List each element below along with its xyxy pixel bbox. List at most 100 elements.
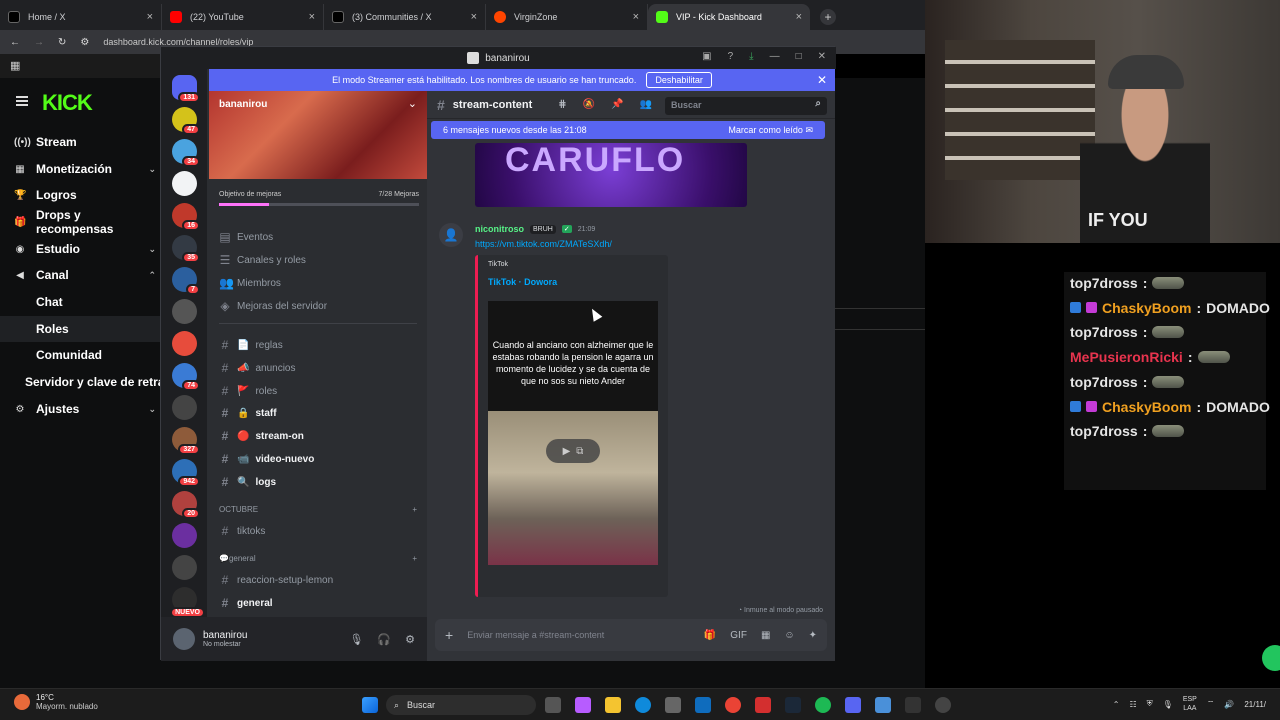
spotify-icon[interactable]: [815, 697, 831, 713]
help-icon[interactable]: ?: [728, 51, 734, 62]
nav-comunidad[interactable]: Comunidad: [0, 342, 160, 368]
gear-icon[interactable]: ⚙: [405, 633, 415, 646]
inbox-icon[interactable]: ▣: [702, 51, 711, 62]
chevron-up-icon[interactable]: ⌃: [1113, 700, 1120, 709]
channel-reaccion[interactable]: # reaccion-setup-lemon: [219, 570, 417, 590]
microphone-icon[interactable]: 🎙: [349, 633, 363, 646]
members-icon[interactable]: 👥: [640, 99, 652, 110]
server-icon[interactable]: NUEVO: [170, 587, 205, 618]
menu-mejoras[interactable]: ◈ Mejoras del servidor: [219, 296, 417, 316]
channel-roles[interactable]: # 🚩 roles: [219, 381, 417, 401]
reload-icon[interactable]: ↻: [58, 37, 66, 48]
network-icon[interactable]: ☷: [1130, 700, 1137, 709]
close-icon[interactable]: ×: [471, 11, 477, 23]
new-tab-button[interactable]: +: [820, 9, 836, 25]
search-input[interactable]: Buscar: [665, 97, 827, 115]
channel-anuncios[interactable]: # 📣 anuncios: [219, 358, 417, 378]
server-icon[interactable]: 16: [172, 203, 200, 231]
apps-icon[interactable]: ✦: [809, 630, 817, 641]
nav-ajustes[interactable]: ⚙ Ajustes ⌄: [0, 396, 160, 422]
store-icon[interactable]: [665, 697, 681, 713]
new-messages-bar[interactable]: 6 mensajes nuevos desde las 21:08 Marcar…: [431, 121, 825, 139]
weather-widget[interactable]: 16°C Mayorm. nublado: [14, 693, 98, 711]
close-icon[interactable]: ×: [633, 11, 639, 23]
mark-read-button[interactable]: Marcar como leído ✉: [728, 125, 813, 136]
nav-stream[interactable]: ((•)) Stream: [0, 129, 160, 155]
server-icon[interactable]: [172, 555, 197, 580]
category-general[interactable]: 💬general +: [219, 554, 417, 563]
tab-youtube[interactable]: (22) YouTube ×: [162, 4, 324, 30]
server-icon[interactable]: [172, 331, 197, 356]
outlook-icon[interactable]: [695, 697, 711, 713]
message-link[interactable]: https://vm.tiktok.com/ZMATeSXdh/: [475, 239, 612, 249]
server-icon[interactable]: 7: [172, 267, 200, 295]
close-icon[interactable]: ×: [147, 11, 153, 23]
menu-icon[interactable]: [16, 96, 28, 106]
channel-stream-on[interactable]: # 🔴 stream-on: [219, 426, 417, 446]
wifi-icon[interactable]: ⌔: [1207, 699, 1215, 709]
gif-icon[interactable]: GIF: [730, 630, 747, 641]
add-attachment-button[interactable]: +: [445, 627, 453, 643]
boost-goal[interactable]: Objetivo de mejoras 7/28 Mejoras: [219, 191, 419, 206]
message-input[interactable]: Enviar mensaje a #stream-content: [467, 630, 604, 640]
gift-icon[interactable]: 🎁: [704, 630, 716, 641]
kick-logo[interactable]: KICK: [42, 90, 93, 116]
server-icon[interactable]: [172, 171, 197, 196]
emoji-icon[interactable]: ☺: [784, 630, 794, 641]
server-icon[interactable]: 20: [172, 491, 200, 519]
channel-video-nuevo[interactable]: # 📹 video-nuevo: [219, 449, 417, 469]
tab-kick-dashboard[interactable]: VIP - Kick Dashboard ×: [648, 4, 810, 30]
avatar[interactable]: [173, 628, 195, 650]
server-icon[interactable]: 131: [172, 75, 200, 103]
nav-logros[interactable]: 🏆 Logros: [0, 182, 160, 208]
steam-icon[interactable]: [785, 697, 801, 713]
close-icon[interactable]: ✕: [817, 73, 827, 87]
video-thumbnail[interactable]: Cuando al anciano con alzheimer que le e…: [488, 301, 658, 565]
channel-reglas[interactable]: # 📄 reglas: [219, 335, 417, 355]
obs-icon[interactable]: [935, 697, 951, 713]
nav-servidor[interactable]: Servidor y clave de retran: [0, 369, 160, 395]
vpn-icon[interactable]: ⛨: [1147, 699, 1153, 709]
nav-chat[interactable]: Chat: [0, 289, 160, 315]
embed-title[interactable]: TikTok · Dowora: [488, 277, 557, 287]
server-icon[interactable]: 327: [172, 427, 200, 455]
play-button[interactable]: ▶ ⧉: [546, 439, 600, 463]
apps-icon[interactable]: ▦: [10, 59, 20, 72]
download-icon[interactable]: ⤓: [749, 51, 753, 62]
app-icon[interactable]: [755, 697, 771, 713]
app-icon[interactable]: [905, 697, 921, 713]
pin-icon[interactable]: 📌: [611, 99, 623, 110]
server-icon[interactable]: 942: [172, 459, 200, 487]
headphones-icon[interactable]: 🎧: [377, 633, 391, 646]
nav-drops[interactable]: 🎁 Drops y recompensas: [0, 208, 160, 236]
tab-communities-x[interactable]: (3) Communities / X ×: [324, 4, 486, 30]
server-icon[interactable]: 35: [172, 235, 200, 263]
close-icon[interactable]: ×: [309, 11, 315, 23]
server-icon[interactable]: [172, 523, 197, 548]
nav-monetizacion[interactable]: ▦ Monetización ⌄: [0, 156, 160, 182]
nav-roles[interactable]: Roles: [0, 316, 160, 342]
clock[interactable]: 21/11/: [1244, 700, 1266, 709]
close-icon[interactable]: ×: [796, 11, 802, 23]
copilot-icon[interactable]: [575, 697, 591, 713]
forward-icon[interactable]: →: [34, 37, 44, 48]
taskbar-search[interactable]: ⌕ Buscar: [386, 695, 536, 715]
tab-virginzone[interactable]: VirginZone ×: [486, 4, 648, 30]
menu-miembros[interactable]: 👥 Miembros: [219, 273, 417, 293]
threads-icon[interactable]: ⋕: [558, 99, 566, 110]
back-icon[interactable]: ←: [10, 37, 20, 48]
server-tag[interactable]: BRUH: [530, 224, 556, 234]
channel-logs[interactable]: # 🔍 logs: [219, 472, 417, 492]
close-button[interactable]: ✕: [818, 51, 826, 62]
bell-icon[interactable]: 🔕: [583, 99, 595, 110]
server-banner[interactable]: bananirou ⌄: [209, 91, 427, 179]
server-icon[interactable]: [172, 395, 197, 420]
message-author[interactable]: niconitroso: [475, 224, 524, 234]
nav-canal[interactable]: ◀ Canal ⌃: [0, 262, 160, 288]
category-octubre[interactable]: OCTUBRE +: [219, 505, 417, 514]
language-indicator[interactable]: ESP LAA: [1183, 695, 1197, 713]
chrome-icon[interactable]: [725, 697, 741, 713]
edge-icon[interactable]: [635, 697, 651, 713]
task-view-icon[interactable]: [545, 697, 561, 713]
channel-staff[interactable]: # 🔒 staff: [219, 403, 417, 423]
